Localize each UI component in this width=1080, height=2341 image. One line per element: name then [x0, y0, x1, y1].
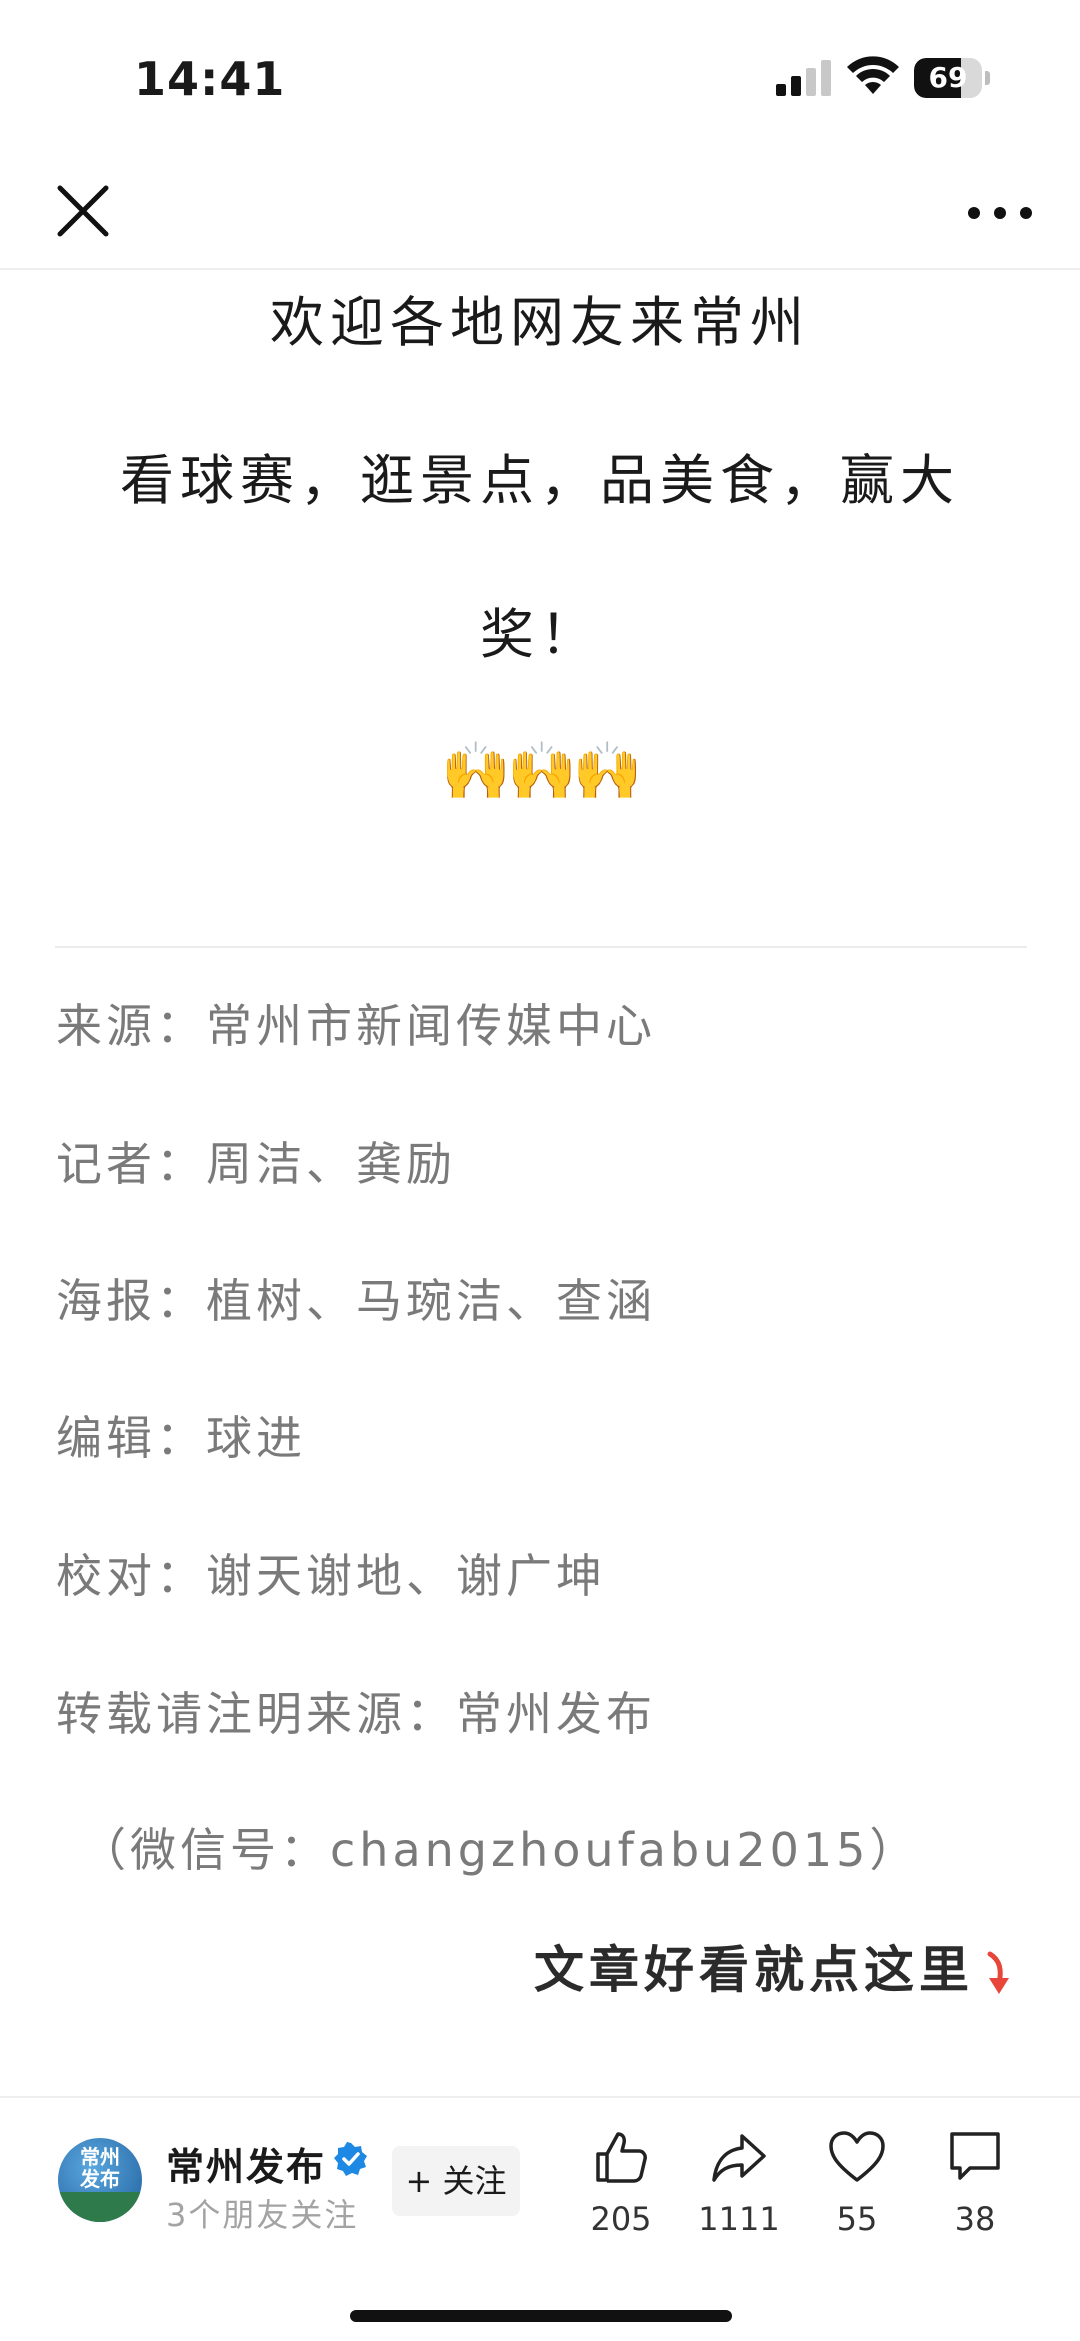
verified-badge-icon [334, 2142, 367, 2176]
cta-label: 文章好看就点这里 [534, 1941, 974, 1999]
bottom-action-bar: 常州发布 常州发布 3个朋友关注 + 关注 205 1111 55 38 [0, 2096, 1080, 2341]
share-arrow-icon [712, 2134, 766, 2182]
credit-reprint-notice: 转载请注明来源：常州发布 [56, 1687, 656, 1741]
avatar-text: 常州发布 [80, 2145, 120, 2191]
account-name[interactable]: 常州发布 [166, 2136, 326, 2191]
heart-icon [829, 2131, 885, 2182]
comment-button[interactable]: 38 [920, 2128, 1030, 2258]
battery-percent: 69 [928, 61, 968, 94]
wifi-icon [847, 56, 899, 94]
follow-button[interactable]: + 关注 [392, 2146, 520, 2216]
credit-poster: 海报：植树、马琬洁、查涵 [56, 1274, 656, 1328]
raising-hands-emoji: 🙌🙌🙌 [441, 739, 642, 804]
share-count: 1111 [698, 2200, 780, 2238]
divider [55, 946, 1027, 948]
credit-source: 来源：常州市新闻传媒中心 [56, 999, 656, 1053]
cellular-signal-icon [776, 60, 831, 96]
like-button[interactable]: 205 [566, 2128, 676, 2258]
headline-line-3: 奖！ [480, 603, 600, 666]
close-icon[interactable] [50, 178, 116, 244]
avatar[interactable]: 常州发布 [58, 2138, 142, 2222]
battery-icon: 69 [914, 58, 990, 98]
top-nav-bar [0, 160, 1080, 270]
favorite-count: 55 [836, 2200, 878, 2238]
home-indicator[interactable] [350, 2310, 732, 2322]
credit-proofreader: 校对：谢天谢地、谢广坤 [56, 1549, 606, 1603]
cta-read-more[interactable]: 文章好看就点这里 [534, 1930, 1014, 2002]
share-button[interactable]: 1111 [684, 2128, 794, 2258]
comment-bubble-icon [950, 2132, 1000, 2180]
headline-line-2: 看球赛，逛景点，品美食，赢大 [120, 449, 960, 512]
more-icon[interactable] [960, 188, 1040, 238]
credit-reporter: 记者：周洁、龚励 [56, 1137, 456, 1191]
comment-count: 38 [954, 2200, 996, 2238]
friends-following: 3个朋友关注 [166, 2196, 359, 2234]
article-page: 14:41 69 欢迎各地网友来常州 看球赛，逛景点，品美食，赢大 奖！ 🙌🙌🙌… [0, 0, 1080, 2341]
down-arrow-icon [987, 1951, 1009, 1994]
headline-line-1: 欢迎各地网友来常州 [270, 291, 810, 354]
thumbs-up-icon [596, 2132, 647, 2183]
like-count: 205 [590, 2200, 652, 2238]
credit-wechat-id: （微信号：changzhoufabu2015） [80, 1823, 920, 1877]
credit-editor: 编辑：球进 [56, 1411, 306, 1465]
status-time: 14:41 [134, 52, 286, 106]
status-bar: 14:41 69 [0, 0, 1080, 160]
favorite-button[interactable]: 55 [802, 2128, 912, 2258]
